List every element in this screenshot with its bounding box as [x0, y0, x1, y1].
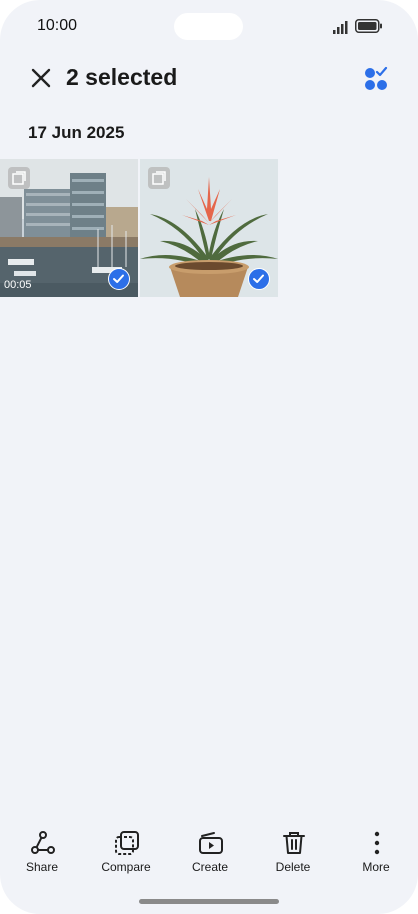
more-button[interactable]: More [336, 826, 416, 876]
share-button[interactable]: Share [2, 826, 82, 876]
home-indicator[interactable] [139, 899, 279, 904]
selected-check-icon[interactable] [108, 268, 130, 290]
status-bar: 10:00 [0, 0, 418, 54]
status-time: 10:00 [37, 17, 78, 34]
camera-notch [174, 13, 243, 40]
compare-label: Compare [101, 860, 151, 874]
photo-thumbnail[interactable] [140, 159, 278, 297]
more-vertical-icon [374, 831, 380, 855]
more-label: More [362, 860, 390, 874]
battery-icon [355, 19, 382, 33]
video-duration: 00:05 [4, 279, 32, 291]
create-label: Create [191, 860, 229, 874]
signal-icon [333, 21, 348, 34]
video-thumbnail[interactable]: 00:05 [0, 159, 138, 297]
delete-button[interactable]: Delete [253, 826, 333, 876]
share-icon [31, 831, 55, 854]
date-heading: 17 Jun 2025 [28, 123, 125, 142]
share-label: Share [25, 860, 59, 874]
delete-label: Delete [275, 860, 311, 874]
select-all-icon[interactable] [363, 66, 389, 92]
bottom-toolbar: Share Compare Create Delete More [0, 826, 418, 876]
create-button[interactable]: Create [170, 826, 250, 876]
compare-button[interactable]: Compare [86, 826, 166, 876]
create-icon [199, 832, 223, 854]
duplicate-icon [8, 167, 30, 189]
selected-check-icon[interactable] [248, 268, 270, 290]
phone-screen: 10:00 2 selected 17 Jun 2025 00:05 Share… [0, 0, 418, 914]
selection-count-title: 2 selected [66, 64, 178, 90]
close-icon[interactable] [28, 65, 54, 91]
duplicate-icon [148, 167, 170, 189]
selection-header: 2 selected [0, 58, 418, 98]
photo-grid: 00:05 [0, 159, 278, 297]
compare-icon [115, 831, 139, 855]
trash-icon [283, 832, 305, 854]
